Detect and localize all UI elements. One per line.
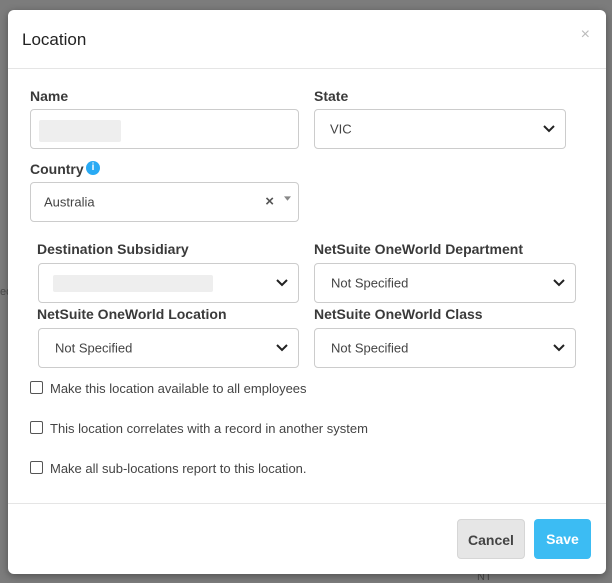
netsuite-location-select[interactable]: Not Specified [38, 328, 299, 368]
save-button[interactable]: Save [534, 519, 591, 559]
chevron-down-icon [543, 125, 555, 133]
netsuite-location-value: Not Specified [55, 340, 133, 356]
chevron-down-icon [276, 344, 288, 352]
modal-header: Location × [8, 10, 606, 69]
state-select[interactable]: VIC [314, 109, 566, 149]
name-label: Name [30, 88, 69, 104]
chevron-down-icon [553, 279, 565, 287]
netsuite-location-label: NetSuite OneWorld Location [37, 306, 227, 322]
redacted-value [53, 275, 213, 292]
correlates-record-label: This location correlates with a record i… [50, 421, 368, 436]
state-value: VIC [330, 121, 352, 137]
netsuite-department-select[interactable]: Not Specified [314, 263, 576, 303]
netsuite-class-select[interactable]: Not Specified [314, 328, 576, 368]
country-value: Australia [44, 194, 95, 210]
info-icon[interactable]: i [86, 161, 100, 175]
name-input[interactable] [30, 109, 299, 149]
correlates-record-checkbox[interactable] [30, 421, 43, 434]
country-label: Country [30, 161, 84, 177]
modal-footer [8, 503, 606, 504]
destination-subsidiary-select[interactable] [38, 263, 299, 303]
cancel-button[interactable]: Cancel [457, 519, 525, 559]
netsuite-department-value: Not Specified [331, 275, 409, 291]
available-all-employees-label: Make this location available to all empl… [50, 381, 307, 396]
location-modal: Location × Name State VIC Country i Aust… [8, 10, 606, 574]
clear-icon[interactable]: × [265, 193, 274, 210]
modal-title: Location [22, 30, 87, 49]
available-all-employees-checkbox[interactable] [30, 381, 43, 394]
sub-locations-report-label: Make all sub-locations report to this lo… [50, 461, 307, 476]
netsuite-class-value: Not Specified [331, 340, 409, 356]
netsuite-department-label: NetSuite OneWorld Department [314, 241, 523, 257]
destination-subsidiary-label: Destination Subsidiary [37, 241, 189, 257]
state-label: State [314, 88, 349, 104]
chevron-down-icon [553, 344, 565, 352]
chevron-down-icon [276, 279, 288, 287]
redacted-value [39, 120, 121, 142]
sub-locations-report-checkbox[interactable] [30, 461, 43, 474]
close-icon[interactable]: × [581, 26, 590, 44]
caret-down-icon [284, 196, 291, 201]
netsuite-class-label: NetSuite OneWorld Class [314, 306, 483, 322]
country-select[interactable]: Australia × [30, 182, 299, 222]
